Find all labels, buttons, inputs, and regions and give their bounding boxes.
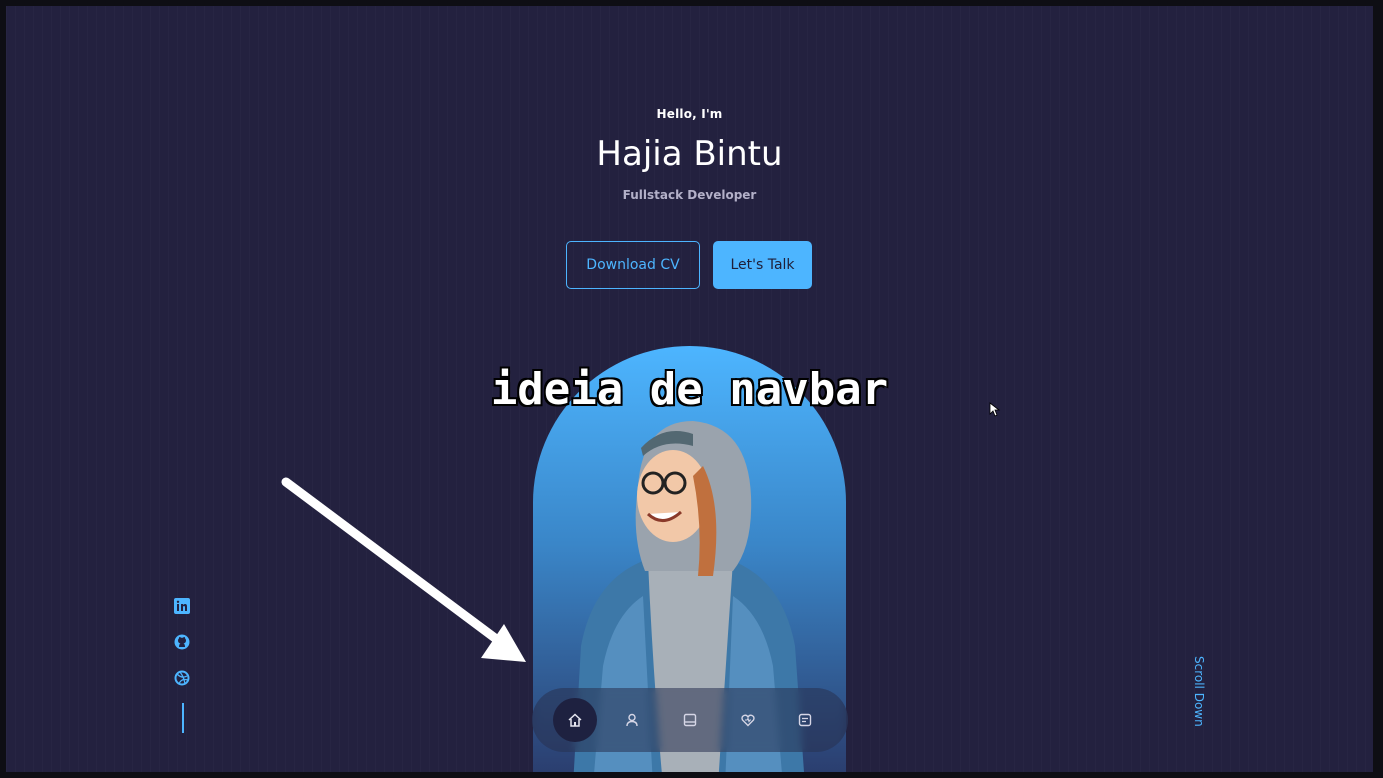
hero-role: Fullstack Developer <box>622 188 757 202</box>
greeting-text: Hello, I'm <box>656 107 723 121</box>
portfolio-page: Hello, I'm Hajia Bintu Fullstack Develop… <box>6 6 1373 772</box>
download-cv-button[interactable]: Download CV <box>566 241 700 289</box>
lets-talk-button[interactable]: Let's Talk <box>713 241 812 289</box>
linkedin-icon[interactable] <box>174 598 192 616</box>
socials-divider <box>182 703 184 733</box>
services-icon <box>740 714 755 727</box>
mouse-cursor-icon <box>989 402 1001 417</box>
scroll-down-label: Scroll Down <box>1192 656 1206 727</box>
annotation-caption: ideia de navbar <box>490 364 889 415</box>
nav-home[interactable] <box>552 698 597 742</box>
user-icon <box>626 713 639 727</box>
annotation-arrow <box>281 477 526 662</box>
home-icon <box>568 713 582 727</box>
nav-about[interactable] <box>610 698 654 742</box>
dribbble-icon[interactable] <box>174 670 192 688</box>
nav-services[interactable] <box>726 698 770 742</box>
book-icon <box>683 713 697 727</box>
floating-navbar <box>532 688 848 752</box>
nav-contact[interactable] <box>783 698 827 742</box>
scroll-down-link[interactable]: Scroll Down <box>1186 656 1208 736</box>
nav-experience[interactable] <box>668 698 712 742</box>
github-icon[interactable] <box>174 634 192 652</box>
message-icon <box>798 713 812 727</box>
hero-name: Hajia Bintu <box>596 134 783 174</box>
